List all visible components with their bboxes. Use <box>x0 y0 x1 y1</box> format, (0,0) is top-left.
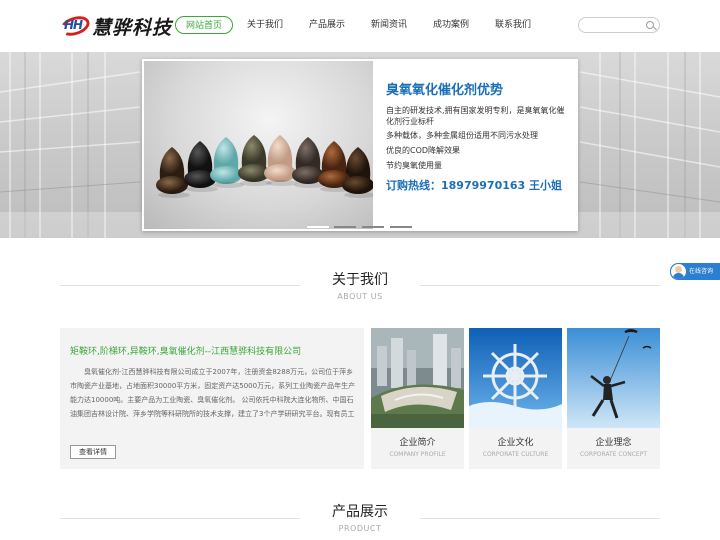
nav-item-about[interactable]: 关于我们 <box>241 16 289 34</box>
company-profile-sublabel: COMPANY PROFILE <box>389 451 446 458</box>
about-section-title: 关于我们 <box>332 272 388 288</box>
corporate-concept-card[interactable]: 企业理念 CORPORATE CONCEPT <box>567 328 660 469</box>
nav-item-products[interactable]: 产品展示 <box>303 16 351 34</box>
company-profile-card[interactable]: 企业简介 COMPANY PROFILE <box>371 328 464 469</box>
about-intro-panel: 矩鞍环,阶梯环,异鞍环,臭氧催化剂--江西慧骅科技有限公司 臭氧催化剂-江西慧骅… <box>60 328 364 469</box>
slider-dot-4[interactable] <box>390 226 412 228</box>
catalyst-beads-illustration <box>156 135 373 198</box>
banner-line-2: 多种载体，多种金属组份适用不同污水处理 <box>386 131 538 140</box>
catalyst-beads-photo <box>144 61 373 229</box>
corporate-culture-label: 企业文化 <box>497 438 534 448</box>
banner-line-4: 节约臭氧使用量 <box>386 161 442 170</box>
corporate-culture-image <box>469 328 562 428</box>
products-section-subtitle: PRODUCT <box>338 524 382 533</box>
about-company-heading[interactable]: 矩鞍环,阶梯环,异鞍环,臭氧催化剂--江西慧骅科技有限公司 <box>70 344 301 357</box>
banner-line-3: 优良的COD降解效果 <box>386 146 461 155</box>
logo-mark-text: HH <box>64 18 83 32</box>
nav-item-cases[interactable]: 成功案例 <box>427 16 475 34</box>
banner-slide-card[interactable]: 臭氧氧化催化剂优势 自主的研发技术,拥有国家发明专利，是臭氧氧化催化剂行业标杆 … <box>142 59 578 231</box>
view-details-button[interactable]: 查看详情 <box>70 445 116 459</box>
search-input[interactable] <box>585 19 645 31</box>
slider-dot-3[interactable] <box>362 226 384 228</box>
search-box <box>578 17 660 33</box>
slider-dot-2[interactable] <box>334 226 356 228</box>
slider-dot-1[interactable] <box>307 226 329 228</box>
company-profile-label: 企业简介 <box>399 438 436 448</box>
logo-text: 慧骅科技 <box>92 16 173 39</box>
corporate-concept-label: 企业理念 <box>595 438 632 448</box>
nav-item-contact[interactable]: 联系我们 <box>489 16 537 34</box>
search-icon[interactable] <box>646 21 654 29</box>
corporate-concept-image <box>567 328 660 428</box>
site-logo[interactable]: HH 慧骅科技 <box>57 11 173 41</box>
corporate-culture-card[interactable]: 企业文化 CORPORATE CULTURE <box>469 328 562 469</box>
corporate-culture-sublabel: CORPORATE CULTURE <box>482 451 549 458</box>
site-header: HH 慧骅科技 网站首页 关于我们 产品展示 新闻资讯 成功案例 联系我们 <box>0 0 720 52</box>
hero-banner: 臭氧氧化催化剂优势 自主的研发技术,拥有国家发明专利，是臭氧氧化催化剂行业标杆 … <box>0 52 720 238</box>
corporate-concept-sublabel: CORPORATE CONCEPT <box>579 451 647 458</box>
nav-item-news[interactable]: 新闻资讯 <box>365 16 413 34</box>
logo-mark-icon: HH <box>57 12 93 40</box>
nav-item-home[interactable]: 网站首页 <box>175 16 233 34</box>
banner-hotline: 订购热线：18979970163 王小姐 <box>386 179 563 192</box>
banner-title: 臭氧氧化催化剂优势 <box>386 83 504 98</box>
products-section-title: 产品展示 <box>332 504 388 520</box>
about-company-description: 臭氧催化剂-江西慧骅科技有限公司成立于2007年，注册资金8288万元，公司位于… <box>70 368 356 418</box>
about-section-subtitle: ABOUT US <box>337 292 383 301</box>
company-profile-image <box>371 328 464 428</box>
banner-line-1: 自主的研发技术,拥有国家发明专利，是臭氧氧化催化剂行业标杆 <box>386 106 565 126</box>
